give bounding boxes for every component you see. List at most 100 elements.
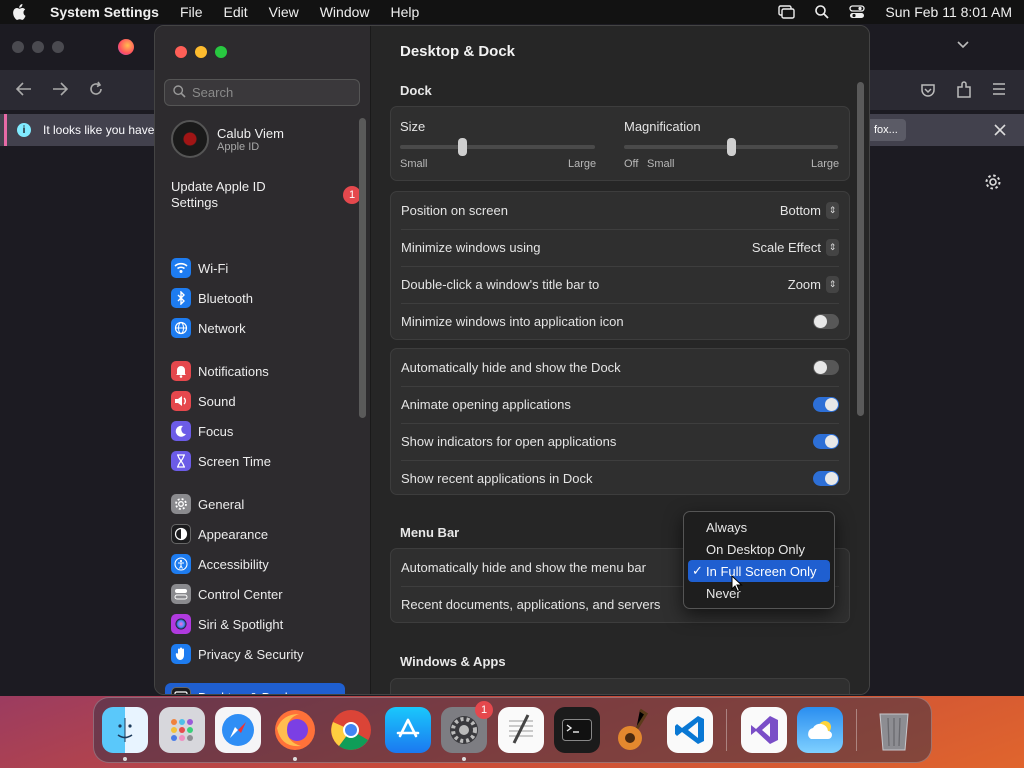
menu-edit[interactable]: Edit — [224, 4, 248, 20]
sidebar-item-control-center[interactable]: Control Center — [165, 580, 345, 608]
popup-option[interactable]: Never — [688, 582, 830, 604]
popup-value: Zoom — [787, 277, 821, 292]
sidebar-item-screen-time[interactable]: Screen Time — [165, 447, 345, 475]
menu-app-name[interactable]: System Settings — [50, 4, 159, 20]
update-apple-id-item[interactable]: Update Apple ID Settings 1 — [171, 179, 361, 211]
firefox-tab-icon[interactable] — [118, 39, 134, 55]
sidebar-item-privacy-security[interactable]: Privacy & Security — [165, 640, 345, 668]
toggle-switch[interactable] — [813, 434, 839, 449]
terminal-icon[interactable] — [554, 707, 600, 753]
popup-option[interactable]: Always — [688, 516, 830, 538]
setting-label: Automatically hide and show the Dock — [401, 360, 621, 375]
sidebar-item-desktop-dock[interactable]: Desktop & Dock — [165, 683, 345, 694]
weather-icon[interactable] — [797, 707, 843, 753]
firefox-icon[interactable] — [272, 707, 318, 761]
minimize-window-button[interactable] — [195, 46, 207, 58]
size-slider-thumb[interactable] — [458, 138, 468, 156]
sidebar-item-general[interactable]: General — [165, 490, 345, 518]
sidebar-item-label: Sound — [198, 393, 236, 409]
setting-row: Minimize windows using Scale Effect ⇕ — [391, 229, 849, 266]
menu-window[interactable]: Window — [320, 4, 370, 20]
finder-icon[interactable] — [102, 707, 148, 761]
popup-button[interactable]: Zoom ⇕ — [788, 276, 839, 293]
sidebar-item-bluetooth[interactable]: Bluetooth — [165, 284, 345, 312]
vscode-icon[interactable] — [667, 707, 713, 753]
sidebar-item-sound[interactable]: Sound — [165, 387, 345, 415]
sidebar-item-label: General — [198, 496, 245, 512]
content-scrollbar[interactable] — [857, 82, 864, 416]
setting-row: Animate opening applications — [391, 386, 849, 423]
screen-mirroring-icon[interactable] — [778, 5, 796, 19]
extensions-icon[interactable] — [956, 81, 972, 102]
toggle-switch[interactable] — [813, 397, 839, 412]
spotlight-search-icon[interactable] — [815, 5, 830, 19]
reload-icon[interactable] — [88, 81, 104, 100]
up-down-chevron-icon: ⇕ — [826, 276, 839, 293]
zoom-window-button[interactable] — [215, 46, 227, 58]
setting-label: Minimize windows into application icon — [401, 314, 624, 329]
popup-option[interactable]: ✓ In Full Screen Only — [688, 560, 830, 582]
popup-value: Bottom — [779, 203, 821, 218]
close-window-button[interactable] — [175, 46, 187, 58]
control-center-icon[interactable] — [849, 5, 866, 19]
sidebar-scrollbar[interactable] — [359, 118, 366, 418]
chrome-icon[interactable] — [328, 707, 374, 753]
notification-action-button[interactable]: fox... — [866, 119, 906, 141]
app-store-icon[interactable] — [384, 707, 431, 753]
dock-badge: 1 — [475, 701, 493, 719]
pocket-icon[interactable] — [920, 82, 936, 101]
sidebar-item-focus[interactable]: Focus — [165, 417, 345, 445]
dock-separator — [855, 709, 857, 751]
setting-label: Minimize windows using — [401, 240, 541, 255]
gear-icon — [171, 494, 191, 514]
magnification-off-label: Off — [624, 158, 639, 170]
setting-row: Automatically hide and show the Dock — [391, 349, 849, 386]
popup-button[interactable]: Bottom ⇕ — [780, 202, 839, 219]
dock-icon — [171, 687, 191, 694]
popup-option-label: In Full Screen Only — [706, 563, 817, 579]
size-slider-track[interactable] — [400, 145, 595, 149]
forward-arrow-icon[interactable] — [52, 82, 69, 99]
textedit-icon[interactable] — [497, 707, 544, 753]
tab-list-chevron-icon[interactable] — [956, 38, 970, 53]
setting-label: Recent documents, applications, and serv… — [401, 597, 661, 612]
back-arrow-icon[interactable] — [15, 82, 32, 99]
menu-file[interactable]: File — [180, 4, 203, 20]
menu-datetime[interactable]: Sun Feb 11 8:01 AM — [885, 4, 1012, 20]
search-input[interactable] — [192, 85, 352, 100]
garageband-icon[interactable] — [611, 707, 657, 753]
setting-row: Show recent applications in Dock — [391, 460, 849, 497]
toggle-switch[interactable] — [813, 314, 839, 329]
system-settings-icon[interactable]: 1 — [441, 701, 493, 761]
popup-option[interactable]: On Desktop Only — [688, 538, 830, 560]
toggle-switch[interactable] — [813, 360, 839, 375]
sidebar-item-notifications[interactable]: Notifications — [165, 357, 345, 385]
magnification-slider-thumb[interactable] — [727, 138, 736, 156]
sidebar-item-appearance[interactable]: Appearance — [165, 520, 345, 548]
close-notification-icon[interactable] — [994, 124, 1006, 139]
sidebar-item-label: Appearance — [198, 526, 269, 542]
popup-button[interactable]: Scale Effect ⇕ — [752, 239, 839, 256]
sidebar-item-accessibility[interactable]: Accessibility — [165, 550, 345, 578]
sidebar-item-label: Screen Time — [198, 453, 271, 469]
sidebar-item-siri-spotlight[interactable]: Siri & Spotlight — [165, 610, 345, 638]
hamburger-menu-icon[interactable] — [992, 82, 1006, 99]
sidebar-item-wi-fi[interactable]: Wi-Fi — [165, 254, 345, 282]
launchpad-icon[interactable] — [158, 707, 205, 753]
sidebar-item-label: Bluetooth — [198, 290, 253, 306]
menu-view[interactable]: View — [269, 4, 299, 20]
setting-row: Position on screen Bottom ⇕ — [391, 192, 849, 229]
sidebar-item-network[interactable]: Network — [165, 314, 345, 342]
trash-icon[interactable] — [871, 707, 917, 753]
apple-icon[interactable] — [12, 4, 28, 20]
dock-options-panel: Position on screen Bottom ⇕ Minimize window… — [390, 191, 850, 340]
toggle-switch[interactable] — [813, 471, 839, 486]
safari-icon[interactable] — [215, 707, 261, 753]
page-settings-gear-icon[interactable] — [984, 173, 1002, 194]
apple-id-account[interactable]: Calub Viem Apple ID — [171, 120, 284, 158]
speaker-icon — [171, 391, 191, 411]
search-field[interactable] — [164, 79, 360, 106]
accessibility-icon — [171, 554, 191, 574]
menu-help[interactable]: Help — [391, 4, 420, 20]
visual-studio-icon[interactable] — [740, 707, 787, 753]
